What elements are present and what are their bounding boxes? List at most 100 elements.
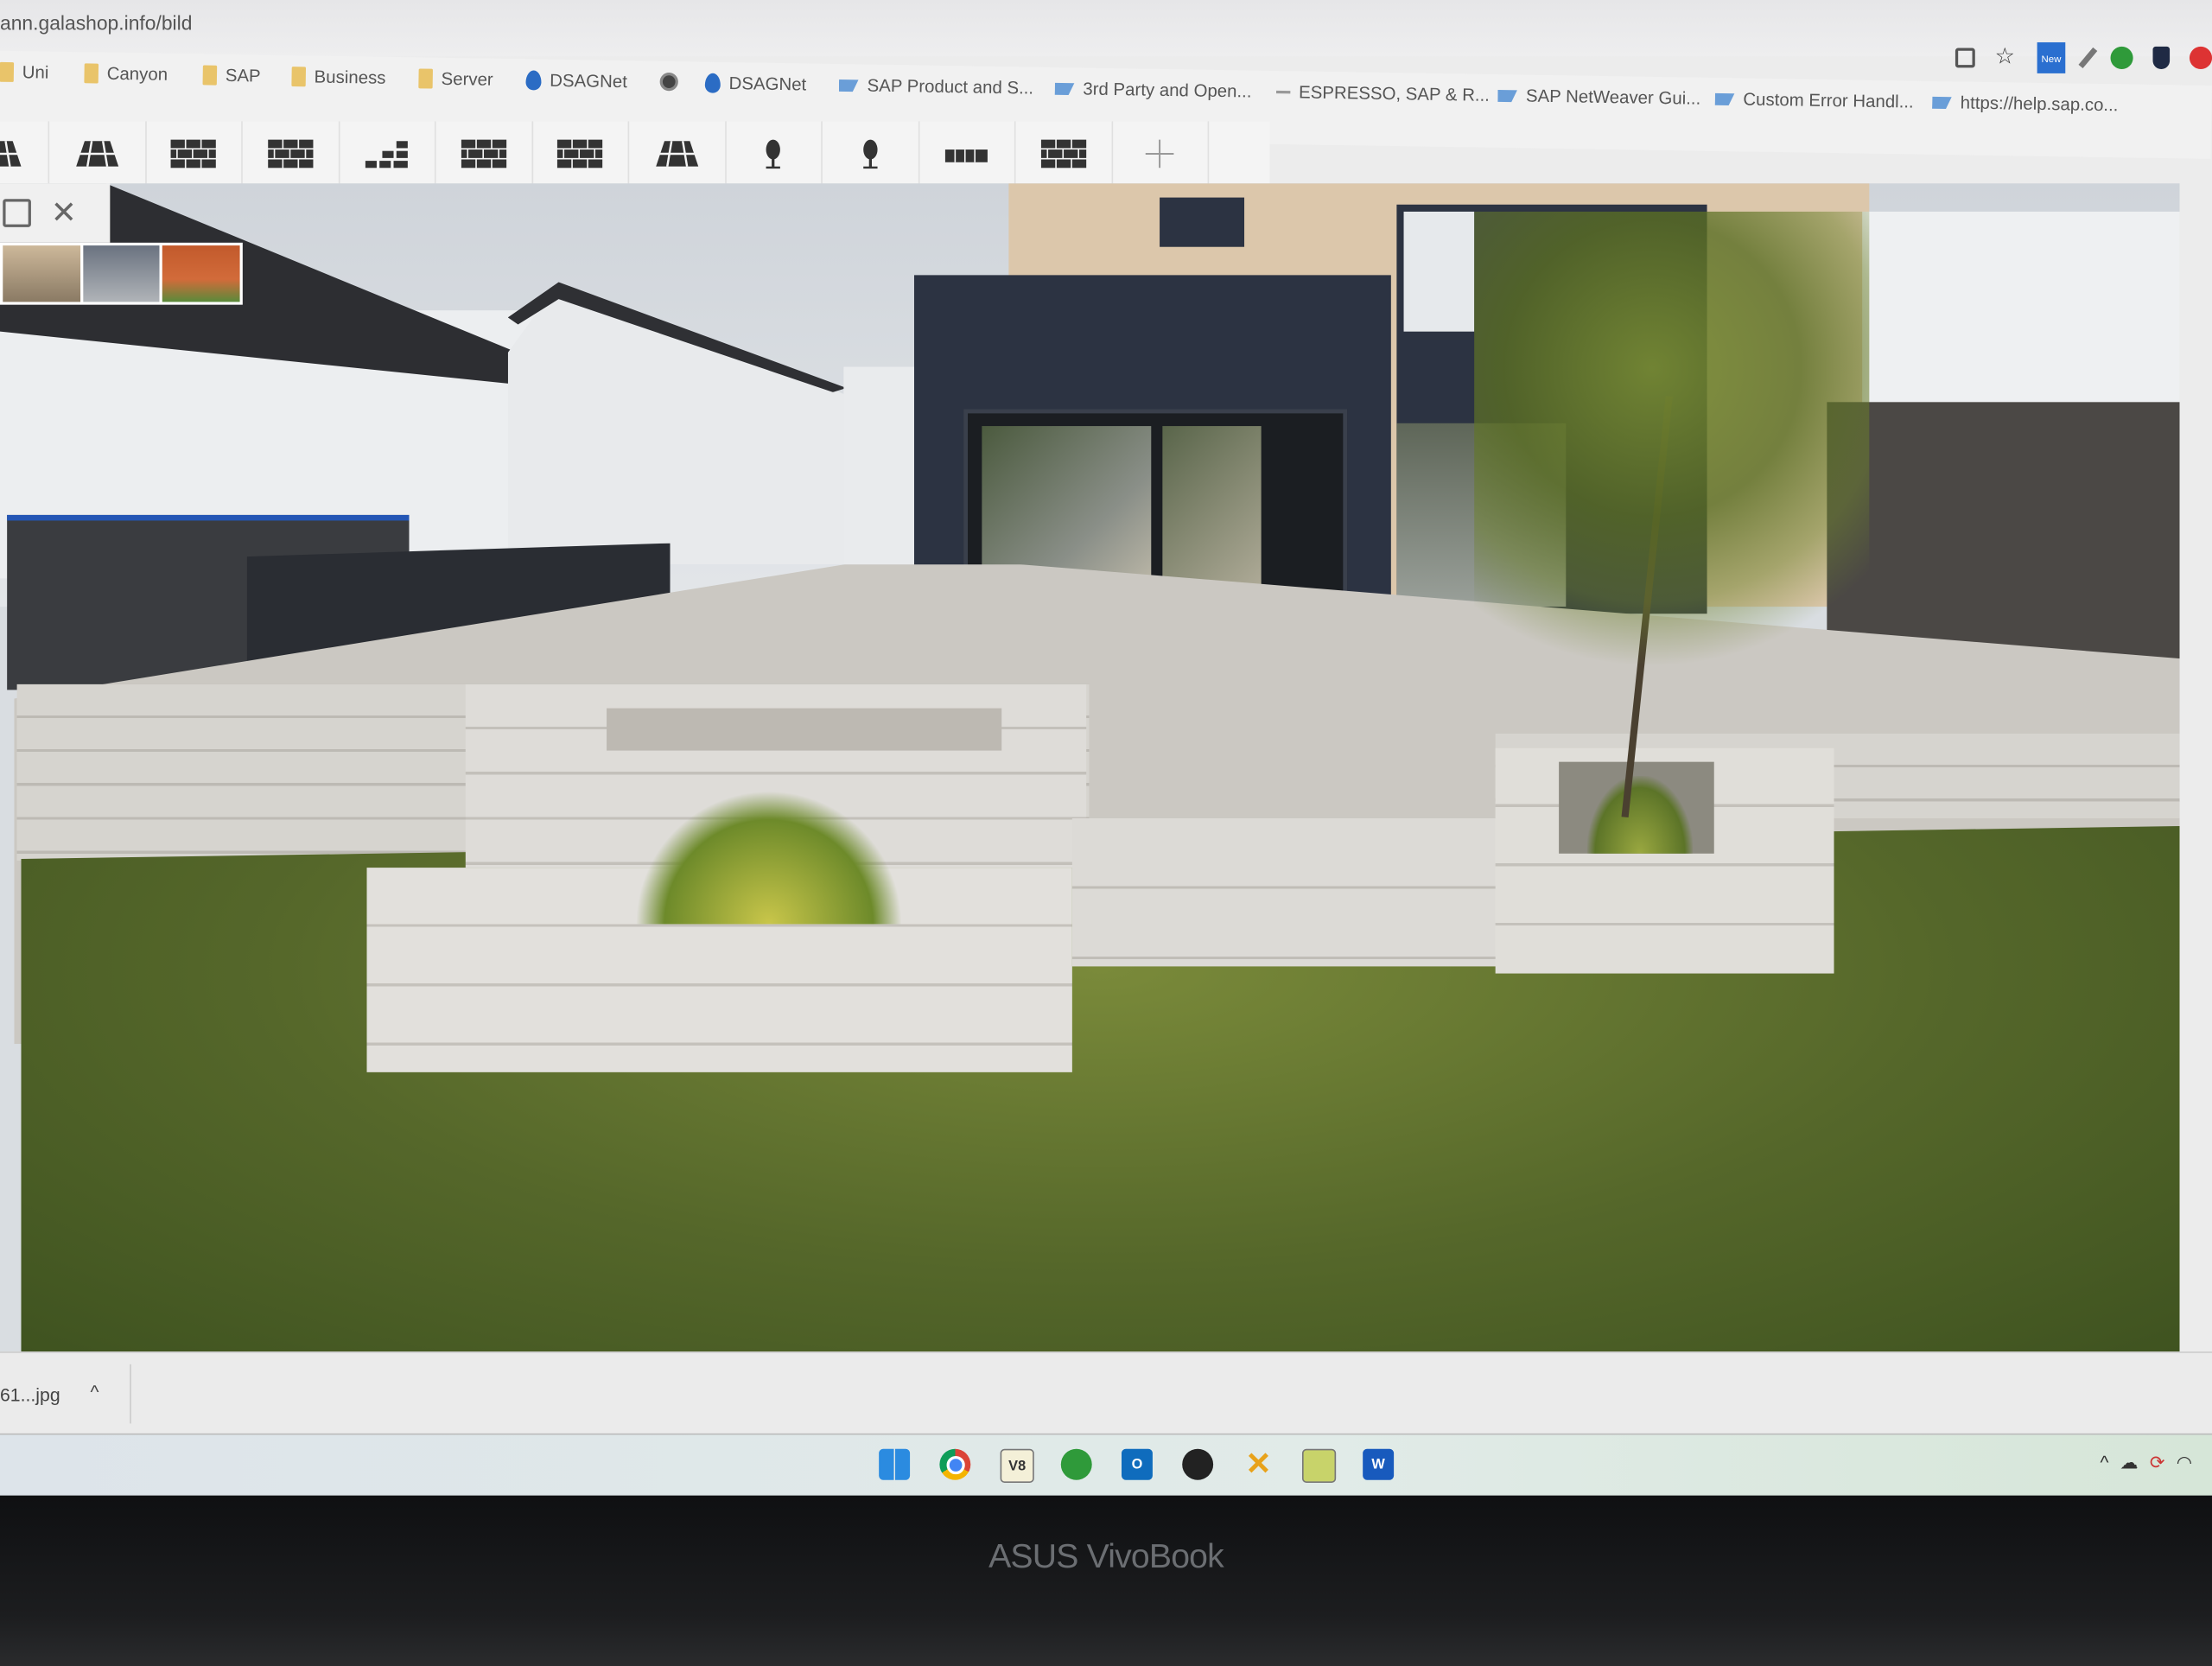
thumbnail-2[interactable] [82,245,161,302]
wall-icon [461,139,506,169]
tool-button[interactable] [339,121,436,187]
bookmark-label: 3rd Party and Open... [1083,79,1252,102]
tree-icon [862,139,877,169]
cloud-icon[interactable]: ☁ [2120,1452,2139,1474]
tool-button[interactable] [1112,121,1210,187]
star-icon[interactable]: ☆ [1995,46,2018,69]
folder-icon [202,65,218,86]
bookmark-item[interactable]: ESPRESSO, SAP & R... [1276,82,1490,105]
garden-visualization-image [0,183,2180,1352]
folder-icon [291,67,307,87]
wall-icon [1040,139,1086,169]
folder-icon [418,68,433,89]
bookmark-label: SAP Product and S... [867,75,1034,99]
screen: ann.galashop.info/bild Uni Canyon SAP Busin… [0,0,2212,1666]
evernote-icon[interactable] [1060,1448,1092,1480]
xmind-icon[interactable]: ✕ [1243,1447,1274,1482]
bookmark-item[interactable]: SAP NetWeaver Gui... [1497,86,1700,109]
tool-button[interactable] [532,121,630,187]
paving-icon [75,141,118,167]
bookmark-label: Server [441,68,493,90]
tool-button[interactable] [435,121,533,187]
share-icon[interactable] [1955,48,1975,68]
tool-button[interactable] [918,121,1016,187]
bookmark-item[interactable]: DSAGNet [704,73,806,94]
tree-icon [766,139,780,169]
url-text[interactable]: ann.galashop.info/bild [0,11,192,34]
shield-icon[interactable] [2152,46,2171,70]
thumbnail-1[interactable] [3,245,80,302]
taskbar: V8 O ✕ W ^ ☁ ⟳ ◠ [0,1433,2212,1497]
fence-icon [944,149,988,162]
design-toolbar [0,121,1270,187]
vb-app-icon[interactable]: V8 [1000,1448,1034,1483]
tool-button[interactable] [145,121,243,187]
bookmark-item[interactable]: Uni [0,61,49,83]
image-actions: ✕ [0,183,111,243]
bookmark-item[interactable]: https://help.sap.co... [1932,92,2119,115]
wifi-icon[interactable]: ◠ [2177,1452,2193,1474]
bookmark-label: SAP NetWeaver Gui... [1525,86,1701,109]
chevron-up-icon[interactable]: ^ [2101,1452,2109,1474]
downloads-bar: 61...jpg ^ [0,1351,2212,1435]
address-bar[interactable]: ann.galashop.info/bild [0,0,2212,57]
sap-logo-icon [1932,96,1952,109]
adblock-stop-icon[interactable] [2189,46,2212,70]
chevron-up-icon[interactable]: ^ [90,1381,99,1402]
laptop-bezel: ASUS VivoBook [0,1495,2212,1666]
windows-start-icon[interactable] [879,1448,911,1480]
new-extension-icon[interactable]: New [2037,41,2066,73]
bookmark-item[interactable]: 3rd Party and Open... [1055,79,1252,101]
image-thumbnails [0,242,243,305]
bookmark-item[interactable]: Canyon [84,63,168,85]
bookmark-label: Uni [22,62,49,83]
bookmark-item[interactable]: SAP [202,65,261,86]
bookmark-item[interactable] [659,72,679,92]
dash-icon [1276,90,1291,94]
bookmark-item[interactable]: Server [418,68,493,90]
add-icon [1145,139,1174,169]
bookmark-label: Business [314,67,386,88]
app-icon[interactable] [1182,1448,1214,1480]
tool-button[interactable] [628,121,727,187]
folder-icon [0,61,15,82]
tool-button[interactable] [1015,121,1113,187]
tool-button[interactable] [242,121,340,187]
bookmark-label: Custom Error Handl... [1743,89,1914,112]
word-icon[interactable]: W [1363,1448,1395,1480]
folder-icon [84,63,99,84]
paving-icon [0,141,22,167]
tool-button[interactable] [0,121,50,187]
wall-icon [267,139,313,169]
outlook-icon[interactable]: O [1121,1448,1153,1480]
tool-button[interactable] [48,121,146,187]
bookmark-label: ESPRESSO, SAP & R... [1298,82,1491,105]
sync-icon[interactable]: ⟳ [2150,1452,2165,1474]
close-icon[interactable]: ✕ [51,197,77,228]
notepad-chart-icon[interactable] [1301,1448,1337,1483]
bookmark-label: Canyon [106,63,168,85]
tool-button[interactable] [725,121,823,187]
tool-button[interactable] [822,121,919,187]
wall-icon [170,139,216,169]
thumbnail-3[interactable] [162,245,240,302]
bookmark-item[interactable]: Business [291,67,386,88]
bookmark-item[interactable]: DSAGNet [525,70,627,92]
wall-icon [556,139,603,169]
globe-icon [659,72,679,92]
steps-icon [365,141,408,169]
chrome-icon[interactable] [939,1448,971,1480]
bookmark-item[interactable]: Custom Error Handl... [1715,89,1914,111]
evernote-icon[interactable] [2110,46,2133,70]
save-icon[interactable] [3,199,31,227]
sap-logo-icon [1497,89,1517,102]
divider [130,1364,131,1424]
extensions-area: ☆ New [1955,41,2212,73]
paving-icon [655,141,698,167]
laptop-brand-logo: ASUS VivoBook [988,1537,1224,1576]
eyedropper-icon[interactable] [2078,47,2098,69]
download-item[interactable]: 61...jpg [0,1384,60,1405]
bookmark-label: DSAGNet [550,70,628,92]
bookmark-item[interactable]: SAP Product and S... [839,75,1033,98]
sap-logo-icon [1055,82,1075,95]
